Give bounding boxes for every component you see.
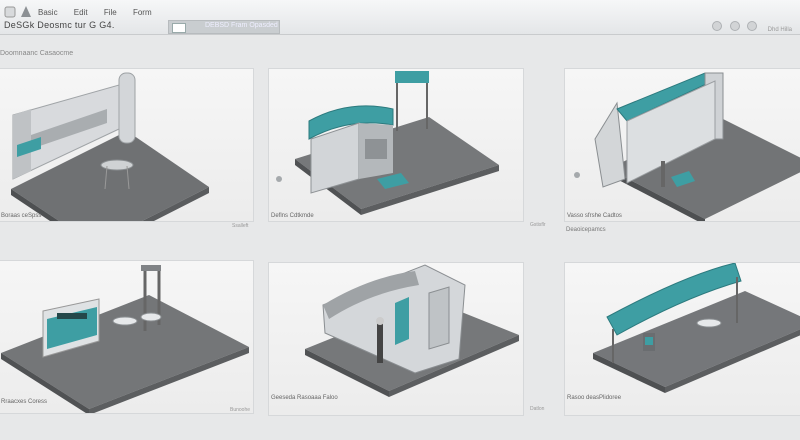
- card-link[interactable]: Bunoohe: [230, 407, 250, 413]
- card-subcaption: Deaoicepamcs: [566, 227, 606, 233]
- app-logo-icon: [4, 6, 16, 18]
- home-icon[interactable]: [20, 5, 32, 19]
- section-title: Doomnaanc Casaocme: [0, 50, 74, 57]
- card-caption: Geeseda Rasoaaa Faloo: [271, 395, 338, 401]
- card-link[interactable]: Datlon: [530, 406, 544, 412]
- menu-item-form[interactable]: Form: [133, 8, 152, 17]
- booth-card-6[interactable]: Rasoo deasPlidoree: [564, 262, 800, 416]
- card-link[interactable]: Ssalleft: [232, 223, 248, 229]
- menu-bar: Basic Edit File Form: [38, 8, 166, 17]
- card-link[interactable]: Gstisflr: [530, 222, 546, 228]
- menu-item-basic[interactable]: Basic: [38, 8, 58, 17]
- booth-illustration: [574, 72, 800, 221]
- card-caption: Rasoo deasPlidoree: [567, 395, 622, 401]
- tools-label: Dhd Hilla: [767, 27, 792, 33]
- window-toolbar: Basic Edit File Form DeSGk Deosmc tur G …: [0, 0, 800, 35]
- address-bar[interactable]: DEBSD Fram Opasded: [168, 20, 280, 34]
- maximize-icon[interactable]: [729, 21, 740, 31]
- breadcrumb: DeSGk Deosmc tur G G4.: [4, 20, 115, 30]
- menu-item-file[interactable]: File: [104, 8, 117, 17]
- minimize-icon[interactable]: [712, 21, 723, 31]
- address-text: DEBSD Fram Opasded: [205, 22, 278, 29]
- booth-illustration: [305, 264, 519, 397]
- booth-illustration: [11, 72, 209, 221]
- card-caption: Vasso sfrshe Cadtos: [567, 213, 622, 219]
- close-icon[interactable]: [747, 21, 758, 31]
- booth-card-1[interactable]: Boraas ceSpss: [0, 68, 254, 222]
- booth-card-4[interactable]: Rraacxes Coress: [0, 260, 254, 414]
- booth-card-2[interactable]: Deflns Cdtkmde: [268, 68, 524, 222]
- page-icon: [172, 23, 186, 33]
- window-controls: Dhd Hilla: [709, 18, 792, 36]
- booth-illustration: [593, 263, 800, 393]
- card-caption: Boraas ceSpss: [1, 213, 42, 219]
- booth-illustration: [1, 265, 249, 413]
- card-caption: Rraacxes Coress: [1, 399, 48, 405]
- menu-item-edit[interactable]: Edit: [74, 8, 88, 17]
- booth-illustration: [276, 71, 499, 215]
- card-caption: Deflns Cdtkmde: [271, 213, 314, 219]
- booth-card-3[interactable]: Vasso sfrshe Cadtos: [564, 68, 800, 222]
- booth-card-5[interactable]: Geeseda Rasoaaa Faloo: [268, 262, 524, 416]
